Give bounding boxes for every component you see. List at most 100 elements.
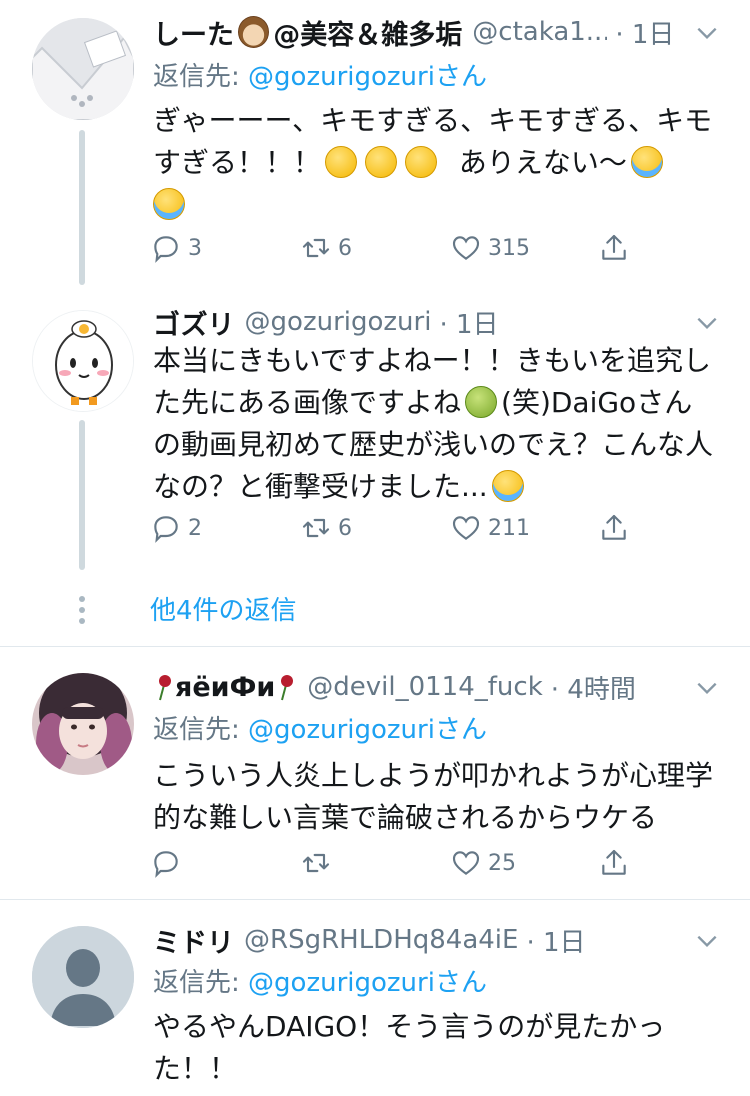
text-line: た先にある画像ですよね (笑)DaiGoさん: [153, 382, 723, 424]
tweet-2[interactable]: ゴズリ @gozurigozuri · 1日 本当にきもいですよねー！！きもいを…: [0, 290, 750, 646]
handle[interactable]: @ctaka1...: [472, 17, 607, 47]
avatar[interactable]: [32, 673, 134, 775]
avatar[interactable]: [32, 18, 134, 120]
share-icon: [602, 514, 626, 540]
replying-to: 返信先: @gozurigozuriさん: [153, 56, 487, 93]
scream-emoji-icon: [365, 146, 398, 178]
timestamp[interactable]: · 1日: [526, 922, 585, 958]
reply-icon: [154, 851, 178, 878]
handle[interactable]: @devil_0114_fuck: [307, 672, 543, 702]
avatar[interactable]: [32, 926, 134, 1028]
retweet-icon: [302, 238, 330, 258]
retweet-icon: [302, 853, 330, 873]
reply-handle-link[interactable]: @gozurigozuri: [248, 62, 435, 92]
crying-emoji-icon: [630, 146, 663, 178]
text-line: やるやんDAIGO！そう言うのが見たかっ: [153, 1010, 666, 1043]
author-row: ミドリ @RSgRHLDHq84a4iE · 1日: [153, 922, 673, 958]
share-icon: [602, 849, 626, 875]
reply-suffix[interactable]: さん: [435, 62, 487, 92]
text-segment: (笑)DaiGoさん: [501, 386, 693, 419]
default-profile-icon: [32, 926, 134, 1028]
reply-handle-link[interactable]: @gozurigozuri: [248, 715, 435, 745]
like-count: 211: [488, 515, 530, 541]
crying-emoji-icon: [491, 470, 524, 502]
tweet-1[interactable]: しーた @美容＆雑多垢 @ctaka1... · 1日 返信先: @gozuri…: [0, 0, 750, 290]
reply-button[interactable]: [150, 843, 188, 883]
reply-button[interactable]: 3: [150, 228, 202, 268]
display-name[interactable]: ミドリ: [153, 922, 234, 959]
retweet-button[interactable]: 6: [300, 508, 352, 548]
text-line: すぎる！！！ ありえない〜: [153, 142, 723, 184]
heart-icon: [452, 516, 480, 540]
replying-to: 返信先: @gozurigozuriさん: [153, 709, 487, 746]
like-count: 25: [488, 850, 516, 876]
avatar-image: [32, 18, 134, 120]
retweet-button[interactable]: 6: [300, 228, 352, 268]
reply-icon: [154, 516, 178, 543]
like-count: 315: [488, 235, 530, 261]
display-name[interactable]: яёиФи: [175, 672, 275, 703]
share-button[interactable]: [598, 843, 636, 883]
reply-prefix: 返信先:: [153, 968, 249, 998]
share-button[interactable]: [598, 508, 636, 548]
timestamp[interactable]: · 1日: [439, 304, 498, 340]
monkey-emoji-icon: [238, 16, 270, 48]
author-row: ゴズリ @gozurigozuri · 1日: [153, 304, 673, 340]
reply-suffix[interactable]: さん: [435, 715, 487, 745]
like-button[interactable]: 25: [450, 843, 516, 883]
tweet-text: 本当にきもいですよねー！！きもいを追究し た先にある画像ですよね (笑)DaiGo…: [153, 340, 723, 508]
author-row: しーた @美容＆雑多垢 @ctaka1... · 1日: [153, 14, 673, 50]
wilted-rose-icon: [281, 675, 294, 701]
tweet-3[interactable]: яёиФи @devil_0114_fuck · 4時間 返信先: @gozur…: [0, 647, 750, 899]
retweet-count: 6: [338, 235, 352, 261]
like-button[interactable]: 315: [450, 228, 530, 268]
like-button[interactable]: 211: [450, 508, 530, 548]
reply-prefix: 返信先:: [153, 715, 249, 745]
chevron-down-icon[interactable]: [694, 928, 720, 954]
tweet-text: ぎゃーーー、キモすぎる、キモすぎる、キモ すぎる！！！ ありえない〜: [153, 100, 723, 226]
scream-emoji-icon: [405, 146, 438, 178]
display-name[interactable]: ゴズリ: [153, 304, 235, 341]
chevron-down-icon[interactable]: [694, 675, 720, 701]
handle[interactable]: @gozurigozuri: [245, 307, 432, 337]
reply-count: 3: [188, 235, 202, 261]
replying-to: 返信先: @gozurigozuriさん: [153, 962, 487, 999]
display-name[interactable]: しーた: [153, 14, 234, 51]
show-more-replies-link[interactable]: 他4件の返信: [150, 590, 297, 627]
chevron-down-icon[interactable]: [694, 20, 720, 46]
reply-icon: [154, 236, 178, 263]
timestamp[interactable]: · 4時間: [551, 669, 636, 705]
tweet-text: やるやんDAIGO！そう言うのが見たかっ た！！: [153, 1006, 723, 1090]
timestamp[interactable]: · 1日: [615, 14, 673, 50]
retweet-button[interactable]: [300, 843, 338, 883]
thread-line: [79, 420, 85, 570]
share-button[interactable]: [598, 228, 636, 268]
tweet-4[interactable]: ミドリ @RSgRHLDHq84a4iE · 1日 返信先: @gozurigo…: [0, 900, 750, 1096]
reply-handle-link[interactable]: @gozurigozuri: [248, 968, 435, 998]
action-bar: 25: [150, 843, 670, 883]
text-line: なの？と衝撃受けました...: [153, 466, 723, 508]
reply-button[interactable]: 2: [150, 508, 202, 548]
text-segment: すぎる！！！: [153, 146, 322, 179]
thread-line: [79, 130, 85, 285]
text-line: 的な難しい言葉で論破されるからウケる: [153, 801, 658, 834]
retweet-icon: [302, 518, 330, 538]
handle[interactable]: @RSgRHLDHq84a4iE: [244, 925, 518, 955]
retweet-count: 6: [338, 515, 352, 541]
share-icon: [602, 234, 626, 260]
display-name-suffix[interactable]: @美容＆雑多垢: [273, 14, 462, 51]
reply-suffix[interactable]: さん: [435, 968, 487, 998]
heart-icon: [452, 236, 480, 260]
avatar[interactable]: [32, 310, 134, 412]
reply-prefix: 返信先:: [153, 62, 249, 92]
thread-dots-icon: [79, 596, 87, 629]
action-bar: 2 6 211: [150, 508, 670, 548]
text-line: ぎゃーーー、キモすぎる、キモすぎる、キモ: [153, 104, 713, 137]
text-line: [153, 184, 723, 226]
action-bar: 3 6 315: [150, 228, 670, 268]
chevron-down-icon[interactable]: [694, 310, 720, 336]
text-line: の動画見初めて歴史が浅いのでえ？こんな人: [153, 428, 714, 461]
text-line: た！！: [153, 1052, 238, 1085]
text-line: 本当にきもいですよねー！！きもいを追究し: [153, 344, 712, 377]
text-segment: なの？と衝撃受けました...: [153, 470, 488, 503]
